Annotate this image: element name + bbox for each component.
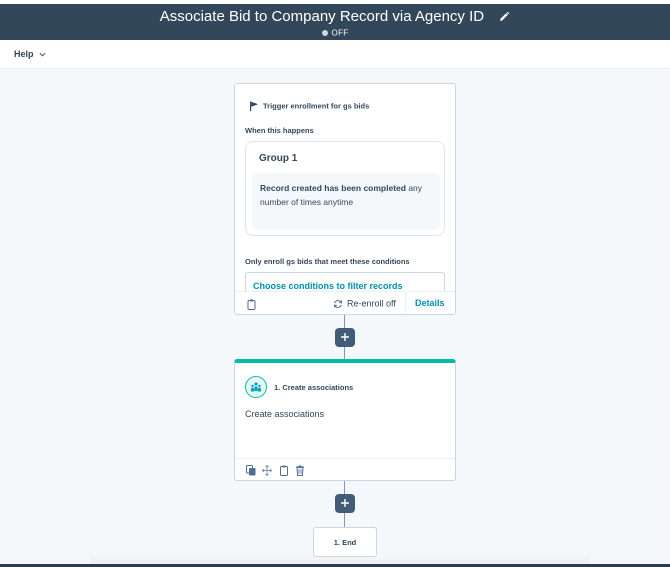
action-description: Create associations [245, 409, 325, 419]
action-footer [235, 458, 455, 481]
refresh-icon [334, 299, 342, 308]
associations-icon [245, 376, 267, 398]
workflow-header: Associate Bid to Company Record via Agen… [0, 0, 670, 40]
reenroll-toggle[interactable]: Re-enroll off [333, 298, 396, 309]
connector-line [344, 481, 345, 494]
add-action-button[interactable] [335, 328, 355, 347]
help-label: Help [14, 49, 34, 59]
condition-box[interactable]: Record created has been completed any nu… [252, 173, 440, 230]
group-box[interactable]: Group 1 Record created has been complete… [245, 141, 445, 236]
choose-conditions-link[interactable]: Choose conditions to filter records [253, 281, 403, 291]
plus-icon [341, 499, 349, 507]
clone-icon[interactable] [246, 465, 256, 476]
move-icon[interactable] [262, 465, 272, 476]
edit-icon[interactable] [498, 11, 510, 23]
status-dot [321, 29, 328, 36]
delete-icon[interactable] [295, 465, 305, 476]
connector-line [344, 315, 345, 328]
trigger-heading-text: Trigger enrollment for gs bids [263, 101, 370, 111]
action-card[interactable]: 1. Create associations Create associatio… [234, 359, 456, 481]
connector-line [344, 513, 345, 527]
action-title: 1. Create associations [274, 383, 354, 392]
reenroll-label: Re-enroll off [347, 298, 396, 309]
connector-line [344, 347, 345, 359]
help-menu[interactable]: Help [14, 49, 46, 59]
footer-divider [405, 292, 406, 314]
trigger-heading: Trigger enrollment for gs bids [249, 101, 370, 112]
end-node[interactable]: 1. End [313, 527, 377, 557]
chevron-down-icon [39, 52, 46, 57]
only-enroll-label: Only enroll gs bids that meet these cond… [245, 257, 410, 266]
trigger-footer: Re-enroll off Details [235, 291, 455, 314]
copy-icon[interactable] [247, 299, 256, 310]
workflow-title[interactable]: Associate Bid to Company Record via Agen… [160, 8, 484, 26]
flag-icon [250, 101, 258, 112]
plus-icon [341, 333, 349, 341]
workflow-status[interactable]: OFF [0, 28, 670, 37]
details-button[interactable]: Details [415, 298, 445, 308]
condition-bold: Record created has been completed [260, 183, 406, 193]
when-label: When this happens [245, 126, 314, 135]
status-label: OFF [331, 28, 349, 38]
group-title: Group 1 [259, 153, 298, 164]
sub-toolbar: Help [0, 40, 670, 69]
trigger-card[interactable]: Trigger enrollment for gs bids When this… [234, 83, 456, 315]
add-action-button[interactable] [335, 494, 355, 513]
copy-icon[interactable] [279, 465, 289, 476]
